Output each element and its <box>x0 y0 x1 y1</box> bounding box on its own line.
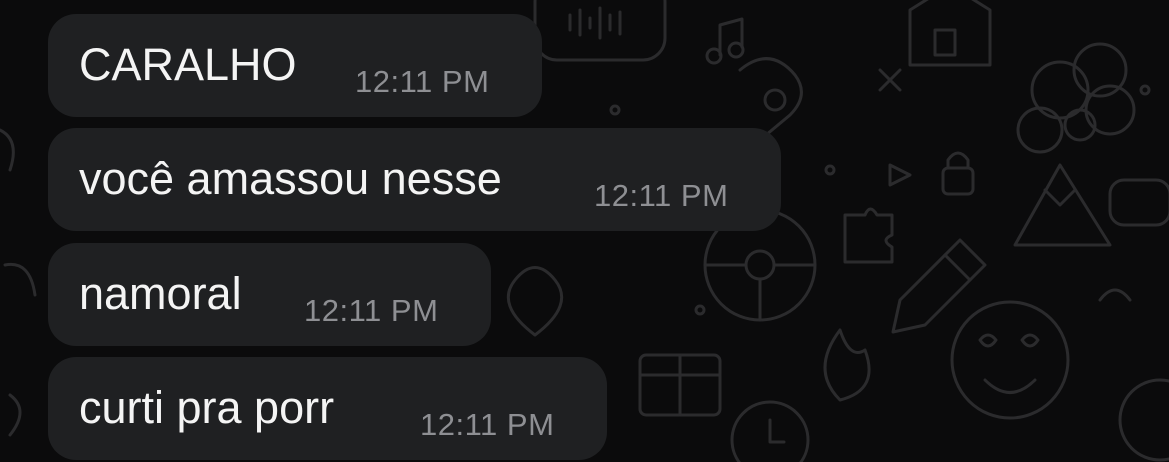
message-bubble[interactable]: você amassou nesse 12:11 PM <box>48 128 781 231</box>
message-text: namoral <box>79 268 242 319</box>
message-bubble[interactable]: namoral 12:11 PM <box>48 243 491 346</box>
message-timestamp: 12:11 PM <box>355 64 490 99</box>
message-bubble[interactable]: CARALHO 12:11 PM <box>48 14 542 117</box>
message-text: CARALHO <box>79 39 297 90</box>
message-bubble[interactable]: curti pra porr 12:11 PM <box>48 357 607 460</box>
message-timestamp: 12:11 PM <box>594 178 729 213</box>
message-timestamp: 12:11 PM <box>420 407 555 442</box>
message-text: curti pra porr <box>79 382 335 433</box>
chat-message-list: CARALHO 12:11 PM você amassou nesse 12:1… <box>0 0 1169 462</box>
message-text: você amassou nesse <box>79 153 502 204</box>
message-timestamp: 12:11 PM <box>304 293 439 328</box>
